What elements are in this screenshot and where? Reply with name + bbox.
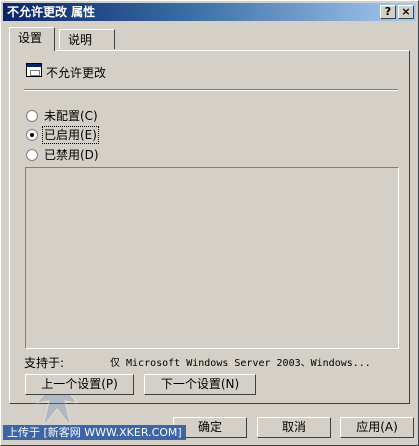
option-not-configured-label: 未配置(C) <box>44 109 98 123</box>
properties-dialog: 不允许更改 属性 ? × 设置 说明 不允许更改 未配置(C) 已启用(E) 已… <box>0 0 419 446</box>
help-icon: ? <box>384 5 392 18</box>
settings-panel: 不允许更改 未配置(C) 已启用(E) 已禁用(D) 支持于: 仅 Micros… <box>9 50 410 404</box>
previous-setting-button[interactable]: 上一个设置(P) <box>25 374 134 395</box>
supported-on-value: 仅 Microsoft Windows Server 2003、Windows.… <box>110 358 371 369</box>
policy-icon <box>26 63 42 77</box>
option-enabled-label: 已启用(E) <box>42 126 99 144</box>
tab-explain[interactable]: 说明 <box>59 29 115 49</box>
radio-disabled[interactable] <box>26 149 38 161</box>
radio-enabled[interactable] <box>26 129 38 141</box>
supported-on-label: 支持于: <box>24 356 65 370</box>
cancel-button[interactable]: 取消 <box>257 417 331 438</box>
settings-detail-box[interactable] <box>25 167 399 349</box>
window-title: 不允许更改 属性 <box>7 5 96 19</box>
tab-settings[interactable]: 设置 <box>9 27 55 51</box>
close-button[interactable]: × <box>398 5 414 19</box>
radio-not-configured[interactable] <box>26 110 38 122</box>
apply-button[interactable]: 应用(A) <box>340 417 414 438</box>
title-bar[interactable]: 不允许更改 属性 ? × <box>3 3 416 21</box>
policy-name: 不允许更改 <box>46 66 107 80</box>
option-disabled-label: 已禁用(D) <box>44 148 99 162</box>
close-icon: × <box>401 5 411 18</box>
next-setting-button[interactable]: 下一个设置(N) <box>144 374 256 395</box>
separator <box>24 89 398 91</box>
watermark-text: 上传于 [新客网 WWW.XKER.COM] <box>3 425 186 440</box>
help-button[interactable]: ? <box>380 5 396 19</box>
